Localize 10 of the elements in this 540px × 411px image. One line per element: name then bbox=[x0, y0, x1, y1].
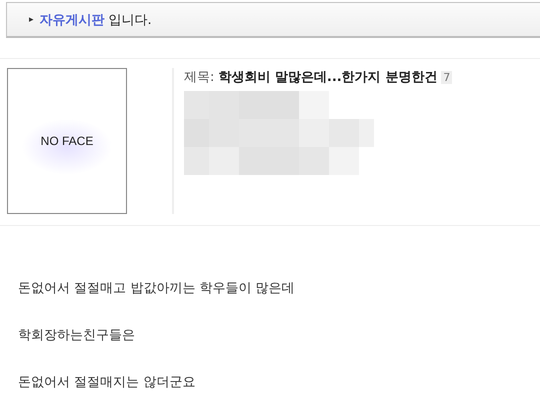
title-label: 제목: bbox=[184, 69, 214, 86]
body-paragraph: 학회장하는친구들은 bbox=[18, 327, 136, 344]
comment-count: 7 bbox=[441, 71, 452, 84]
board-link[interactable]: 자유게시판 bbox=[40, 10, 105, 28]
notice-text: 입니다. bbox=[108, 12, 152, 28]
post-title: 학생회비 말많은데...한가지 분명한건 bbox=[218, 69, 438, 86]
arrow-icon: ▸ bbox=[29, 14, 34, 24]
avatar-text: NO FACE bbox=[40, 134, 94, 148]
body-paragraph: 돈없어서 절절매지는 않더군요 bbox=[18, 374, 196, 391]
body-paragraph: 돈없어서 절절매고 밥값아끼는 학우들이 많은데 bbox=[18, 280, 296, 297]
